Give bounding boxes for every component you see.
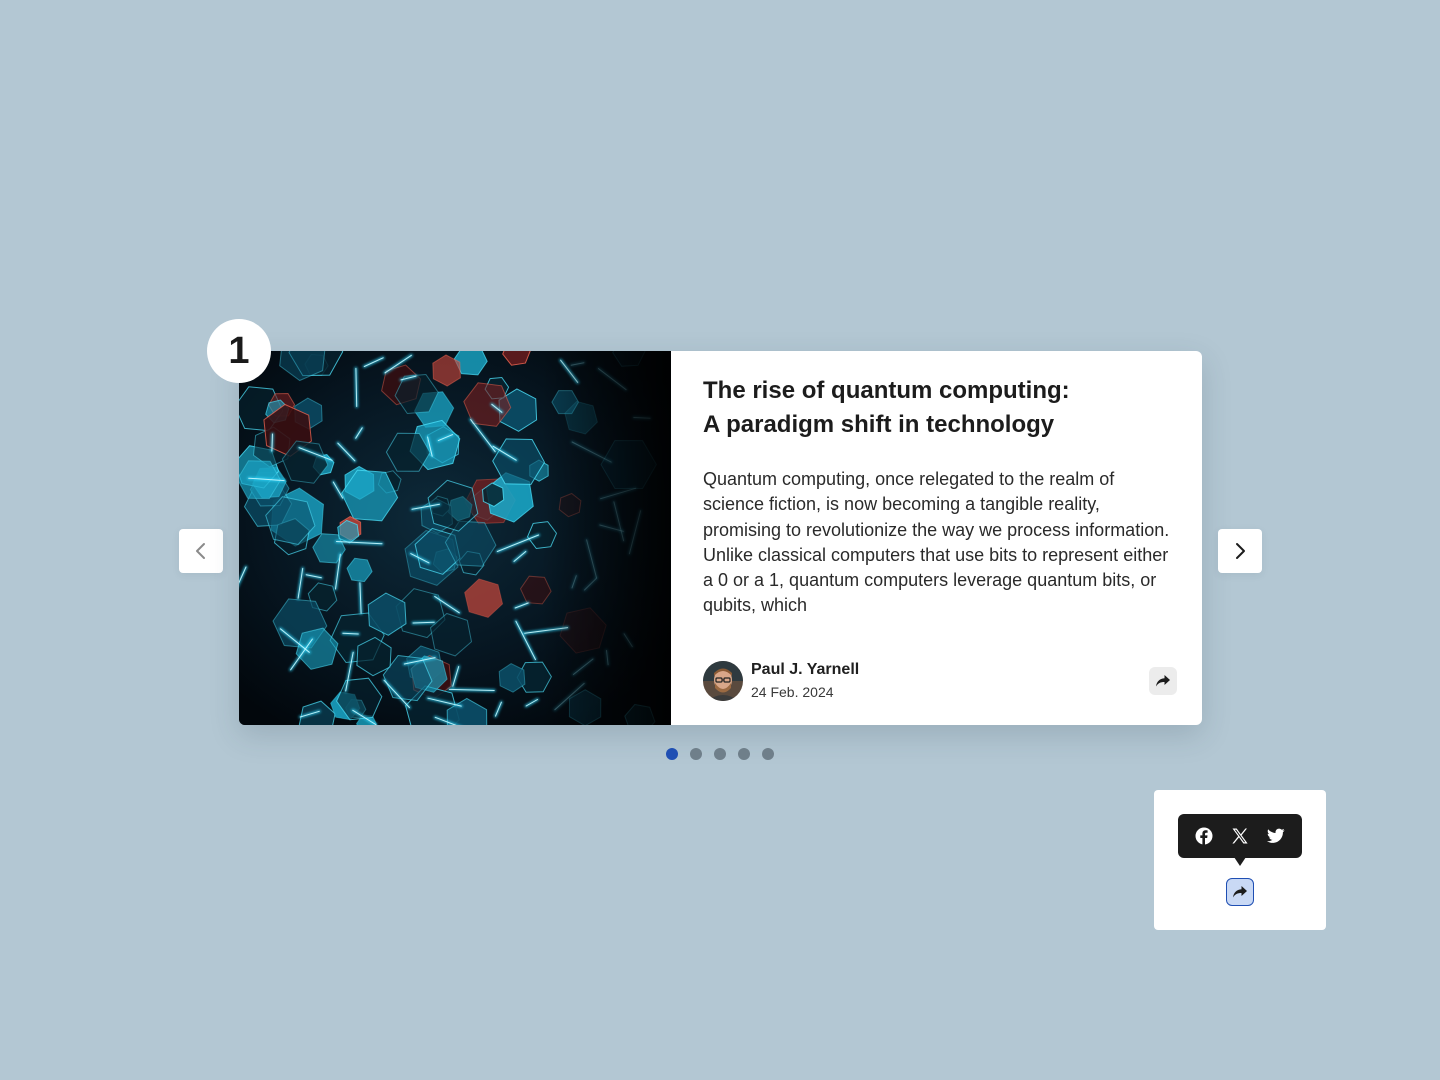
author-info: Paul J. Yarnell 24 Feb. 2024 (703, 660, 859, 702)
pagination-dot-4[interactable] (738, 748, 750, 760)
article-title-line-1: The rise of quantum computing: (703, 377, 1070, 404)
facebook-icon[interactable] (1192, 824, 1216, 848)
article-excerpt: Quantum computing, once relegated to the… (703, 469, 1170, 616)
article-title[interactable]: The rise of quantum computing: A paradig… (703, 374, 1143, 442)
share-button[interactable] (1149, 667, 1177, 695)
share-button-active[interactable] (1226, 878, 1254, 906)
share-tooltip (1178, 814, 1302, 866)
share-popup-panel (1154, 790, 1326, 930)
author-name[interactable]: Paul J. Yarnell (751, 660, 859, 680)
author-text: Paul J. Yarnell 24 Feb. 2024 (751, 660, 859, 702)
chevron-left-icon (196, 543, 205, 559)
next-slide-button[interactable] (1218, 529, 1262, 573)
pagination-dot-2[interactable] (690, 748, 702, 760)
previous-slide-button[interactable] (179, 529, 223, 573)
pagination-dot-3[interactable] (714, 748, 726, 760)
share-arrow-icon (1156, 675, 1170, 687)
quantum-abstract-image (239, 351, 671, 725)
pagination-dot-5[interactable] (762, 748, 774, 760)
x-icon[interactable] (1228, 824, 1252, 848)
pagination-dot-1[interactable] (666, 748, 678, 760)
article-content: The rise of quantum computing: A paradig… (671, 351, 1202, 725)
publish-date: 24 Feb. 2024 (751, 684, 834, 700)
carousel-pagination (666, 748, 774, 760)
article-title-line-2: A paradigm shift in technology (703, 411, 1055, 438)
share-arrow-icon (1233, 886, 1247, 898)
twitter-bird-icon[interactable] (1264, 824, 1288, 848)
author-avatar (703, 661, 743, 701)
chevron-right-icon (1236, 543, 1245, 559)
slide-number-badge: 1 (207, 319, 271, 383)
article-image (239, 351, 671, 725)
article-card[interactable]: The rise of quantum computing: A paradig… (239, 351, 1202, 725)
